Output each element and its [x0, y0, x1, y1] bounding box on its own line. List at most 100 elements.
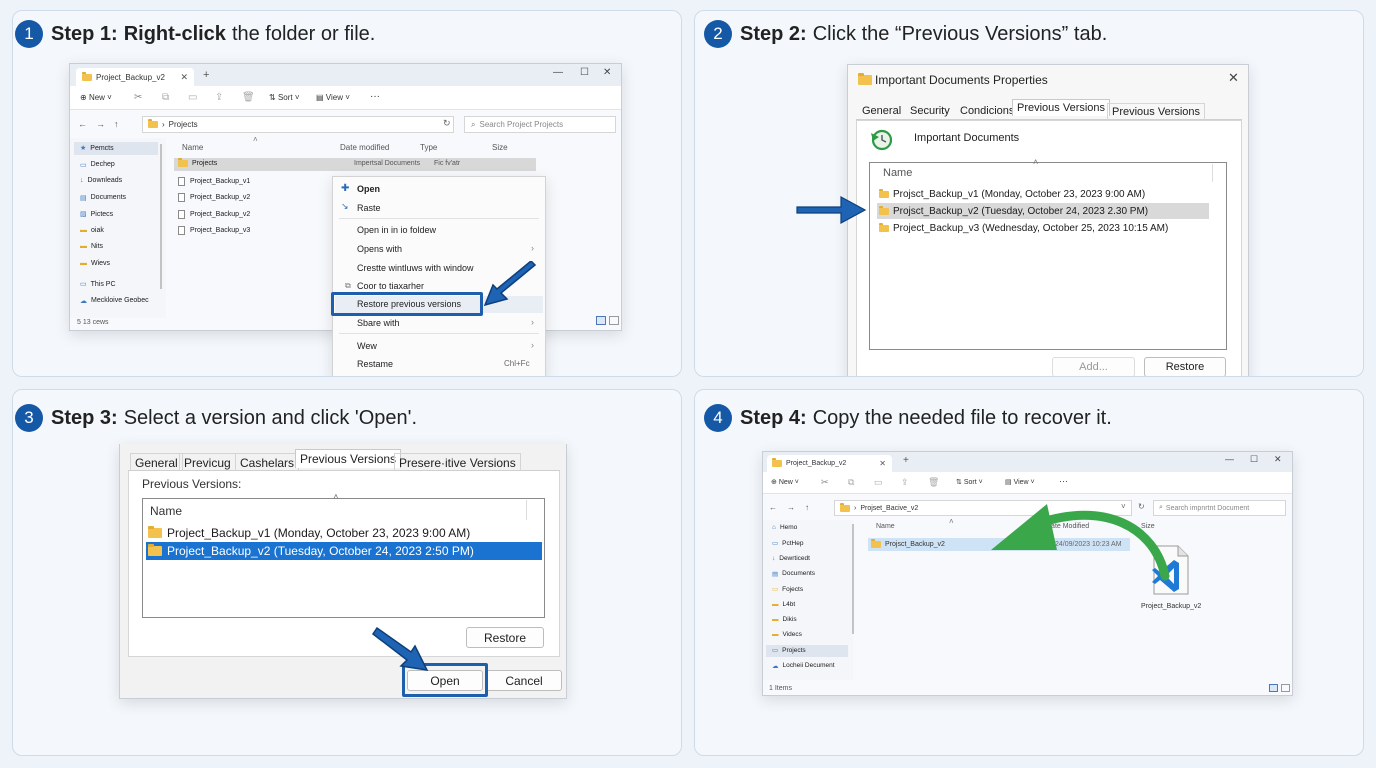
sidebar-item[interactable]: ▬ Videcs [772, 631, 802, 638]
tab-previous[interactable]: Previcug [179, 453, 236, 472]
sidebar-item[interactable]: ⌂ Hemo [772, 524, 797, 531]
sidebar-item[interactable]: ▭ Projects [772, 646, 806, 655]
column-name[interactable]: Name [876, 523, 895, 530]
back-icon[interactable]: ← [769, 503, 777, 512]
column-size[interactable]: Size [492, 143, 508, 152]
version-row[interactable]: Project_Backup_v3 (Wednesday, October 25… [879, 220, 1168, 236]
tab-previous-versions[interactable]: Previous Versions [1012, 99, 1111, 116]
file-row[interactable]: Project_Backup_v3 [178, 226, 352, 235]
paste-icon[interactable]: ▭ [188, 92, 197, 103]
sidebar-item[interactable]: ▬ oiak [80, 227, 104, 234]
address-bar[interactable]: › Projects [142, 116, 454, 133]
file-row[interactable]: Project_Backup_v2 [178, 209, 352, 219]
share-icon[interactable]: ⇪ [901, 477, 909, 488]
menu-rename[interactable]: Restame [357, 359, 393, 369]
explorer-tab[interactable]: Project_Backup_v2 ✕ [76, 68, 194, 86]
forward-icon[interactable]: → [96, 119, 105, 129]
explorer-tab[interactable]: Project_Backup_v2 ✕ [767, 455, 892, 472]
sidebar-scrollbar[interactable] [852, 524, 854, 634]
more-button[interactable]: ··· [370, 91, 380, 102]
maximize-icon[interactable]: ☐ [580, 67, 589, 78]
version-row[interactable]: Projsct_Backup_v1 (Monday, October 23, 2… [879, 186, 1145, 202]
cancel-button[interactable]: Cancel [486, 670, 562, 691]
file-row[interactable]: Projects Impertsal Documents Fic fv'atr [178, 158, 460, 167]
close-icon[interactable]: ✕ [1228, 70, 1239, 86]
close-tab-icon[interactable]: ✕ [879, 459, 886, 468]
sidebar-item[interactable]: ▤ Documents [80, 194, 126, 202]
tiles-view-icon[interactable] [609, 316, 619, 325]
new-button[interactable]: ⊕ New ˅ [771, 478, 799, 486]
share-icon[interactable]: ⇪ [215, 92, 223, 103]
menu-open-with[interactable]: Opens with [357, 244, 402, 254]
sidebar-item[interactable]: ▬ Wievs [80, 260, 110, 267]
tab-security[interactable]: Security [906, 103, 954, 119]
delete-icon[interactable]: 🗑 [242, 92, 255, 103]
view-button[interactable]: ▤ View ˅ [1005, 478, 1035, 486]
details-view-icon[interactable] [596, 316, 606, 325]
menu-create-window[interactable]: Crestte wintluws with window [357, 263, 474, 273]
tiles-view-icon[interactable] [1281, 684, 1290, 692]
sidebar-item[interactable]: ▭ This PC [80, 280, 116, 289]
copy-icon[interactable]: ⧉ [162, 92, 169, 103]
file-row[interactable]: Project_Backup_v2 [178, 193, 352, 202]
up-icon[interactable]: ↑ [114, 119, 119, 129]
more-button[interactable]: ··· [1059, 476, 1068, 486]
version-row-selected[interactable]: Project_Backup_v2 (Tuesday, October 24, … [146, 542, 542, 560]
sidebar-item[interactable]: ☁ Meckloive Geobec [80, 297, 149, 305]
sort-button[interactable]: ⇅ Sort ˅ [956, 478, 983, 486]
sidebar-item[interactable]: ↓ Dewrticedt [772, 555, 810, 562]
sidebar-item[interactable]: ▤ Documents [772, 570, 815, 578]
maximize-icon[interactable]: ☐ [1250, 454, 1258, 465]
sidebar-item[interactable]: ▬ Nits [80, 243, 103, 250]
sidebar-item[interactable]: ▭ PctHep [772, 539, 803, 548]
forward-icon[interactable]: → [787, 503, 795, 512]
version-row[interactable]: Project_Backup_v1 (Monday, October 23, 2… [148, 524, 470, 542]
tab-previous-versions-2[interactable]: Previous Versions [1107, 103, 1206, 120]
add-button[interactable]: Add... [1052, 357, 1135, 376]
refresh-icon[interactable]: ↻ [443, 118, 451, 129]
view-button[interactable]: ▤ View ˅ [316, 93, 350, 102]
delete-icon[interactable]: 🗑 [928, 477, 939, 488]
tab-conditions[interactable]: Condicions [956, 103, 1018, 119]
menu-new[interactable]: Wew [357, 341, 377, 351]
copy-icon[interactable]: ⧉ [848, 477, 854, 488]
minimize-icon[interactable]: — [1225, 454, 1234, 464]
cut-icon[interactable]: ✂ [821, 477, 829, 488]
column-name[interactable]: Name [182, 143, 203, 152]
tab-general[interactable]: General [858, 103, 905, 119]
version-row-selected[interactable]: Projsct_Backup_v2 (Tuesday, October 24, … [877, 203, 1209, 219]
cut-icon[interactable]: ✂ [134, 92, 142, 103]
tab-cashelars[interactable]: Cashelars [235, 453, 300, 472]
sidebar-item[interactable]: ▭ Dechep [80, 161, 115, 169]
details-view-icon[interactable] [1269, 684, 1278, 692]
sidebar-item[interactable]: ☁ Locheii Decument [772, 662, 835, 670]
close-window-icon[interactable]: ✕ [1274, 454, 1282, 465]
file-row[interactable]: Project_Backup_v1 [178, 176, 352, 186]
paste-icon[interactable]: ▭ [874, 477, 883, 488]
sidebar-item[interactable]: ▭ Fojects [772, 585, 803, 594]
column-name[interactable]: Name [883, 167, 912, 179]
close-tab-icon[interactable]: ✕ [180, 72, 188, 83]
minimize-icon[interactable]: — [553, 67, 563, 78]
tab-preservative-versions[interactable]: Presere·itive Versions [394, 453, 521, 472]
sidebar-scrollbar[interactable] [160, 144, 162, 289]
sort-button[interactable]: ⇅ Sort ˅ [269, 93, 300, 102]
menu-copy-to[interactable]: Coor to tiaxarher [357, 281, 424, 291]
search-input[interactable]: ⌕ Search Project Projects [464, 116, 616, 133]
up-icon[interactable]: ↑ [805, 503, 809, 512]
new-button[interactable]: ⊕ New ˅ [80, 93, 112, 102]
sidebar-item[interactable]: ▬ Dikis [772, 616, 797, 623]
close-window-icon[interactable]: ✕ [603, 67, 611, 78]
menu-paste[interactable]: Raste [357, 203, 381, 213]
new-tab-icon[interactable]: + [903, 455, 909, 466]
sidebar-item[interactable]: ▬ L4bt [772, 601, 795, 608]
restore-button[interactable]: Restore [1144, 357, 1226, 376]
menu-open-in-folder[interactable]: Open in in io foldew [357, 225, 436, 235]
sidebar-item[interactable]: ★ Pemcts [80, 144, 114, 153]
menu-open[interactable]: Open [357, 184, 380, 194]
back-icon[interactable]: ← [78, 119, 87, 129]
column-name[interactable]: Name [150, 504, 182, 518]
tab-general[interactable]: General [130, 453, 183, 472]
column-date[interactable]: Date modified [340, 143, 389, 152]
menu-share-with[interactable]: Sbare with [357, 318, 400, 328]
